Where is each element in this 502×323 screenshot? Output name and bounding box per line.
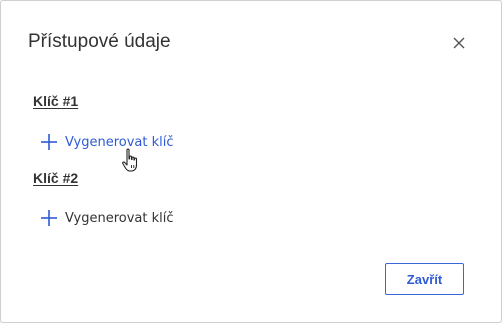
generate-key-2-label: Vygenerovat klíč [65, 210, 174, 226]
close-icon[interactable] [449, 33, 469, 53]
plus-icon [41, 134, 57, 150]
generate-key-1-label: Vygenerovat klíč [65, 134, 174, 150]
credentials-dialog: Přístupové údaje Klíč #1 Vygenerovat klí… [0, 0, 502, 323]
dialog-title: Přístupové údaje [28, 31, 171, 52]
generate-key-2-button[interactable]: Vygenerovat klíč [41, 210, 174, 226]
plus-icon [41, 210, 57, 226]
hand-pointer-icon [121, 148, 143, 174]
close-button[interactable]: Zavřít [385, 263, 464, 295]
key-2-heading: Klíč #2 [33, 170, 79, 186]
key-1-heading: Klíč #1 [33, 93, 79, 109]
generate-key-1-button[interactable]: Vygenerovat klíč [41, 134, 174, 150]
